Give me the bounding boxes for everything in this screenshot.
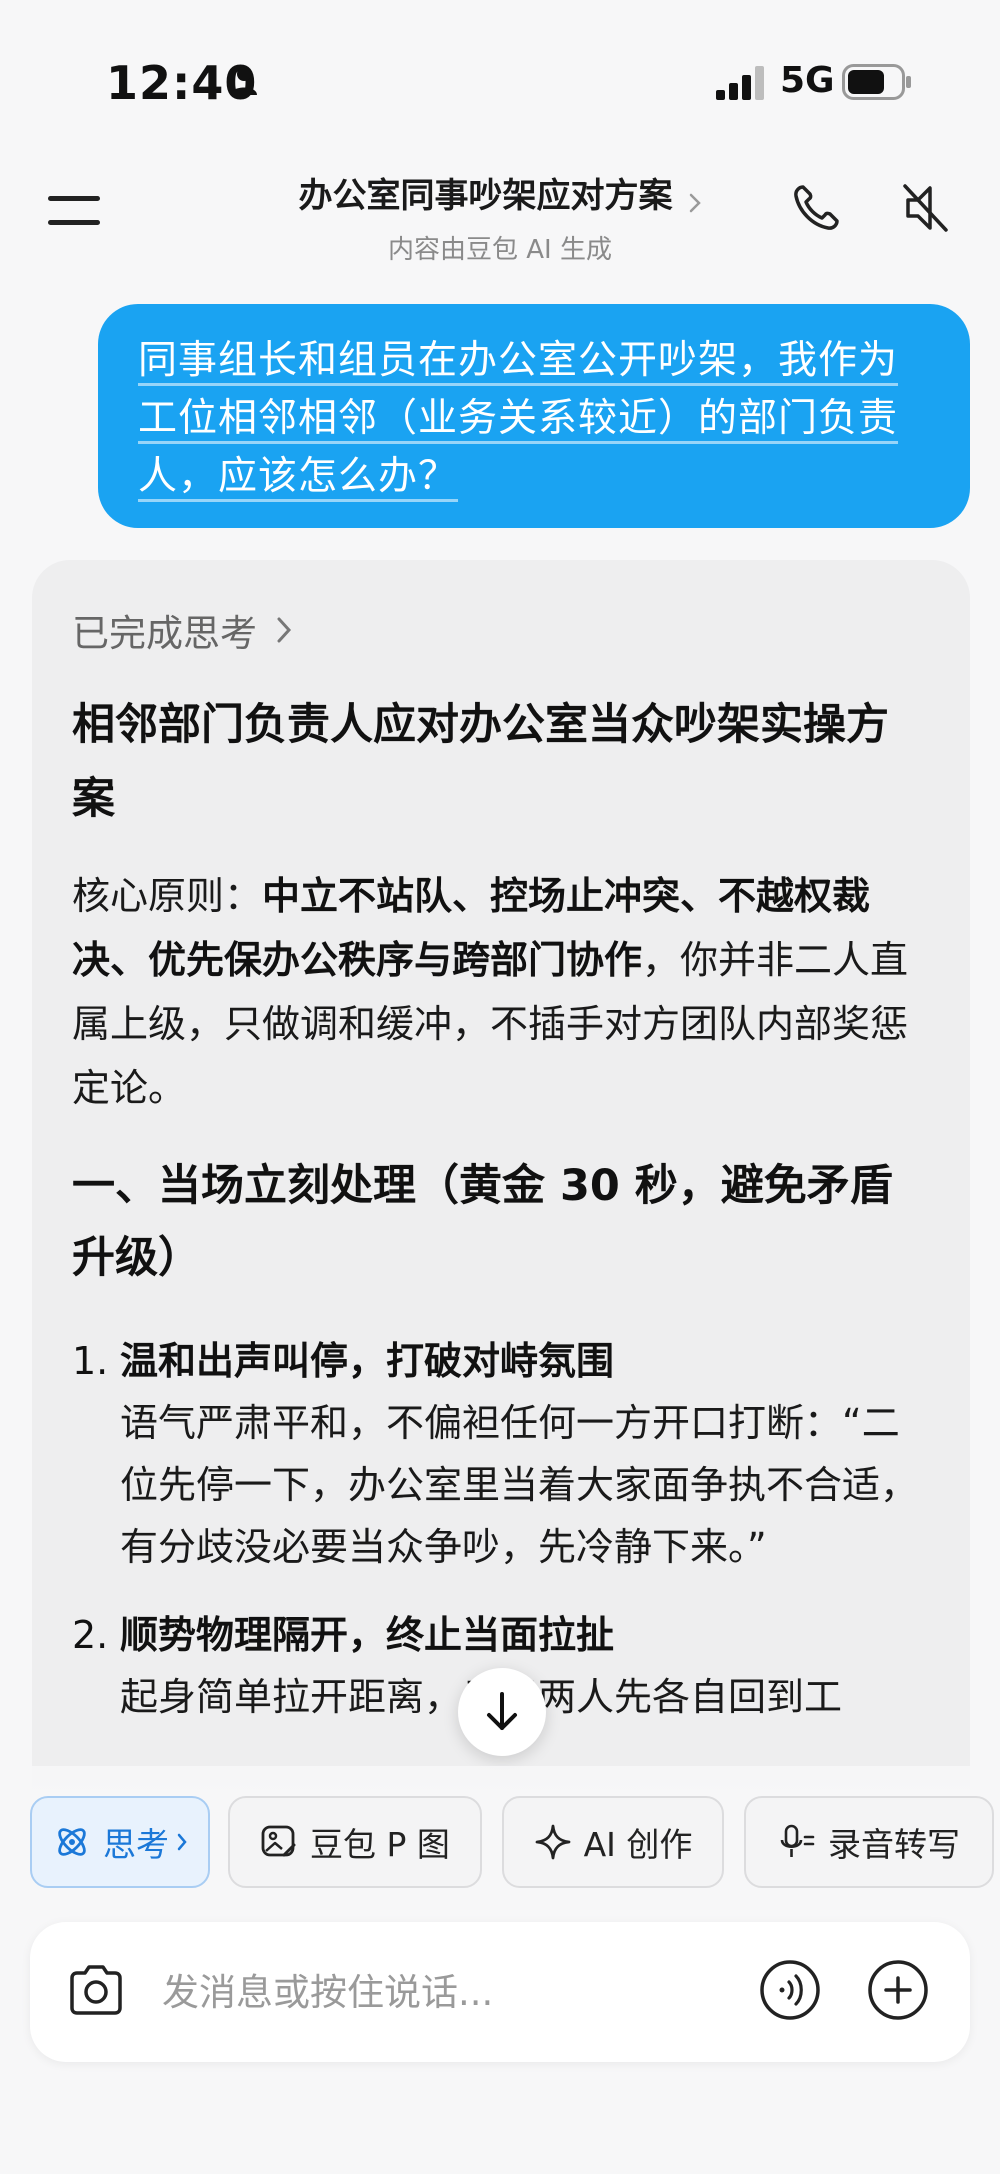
message-input-bar — [30, 1922, 970, 2062]
list-item-number: 1. — [72, 1339, 109, 1383]
arrow-down-icon — [487, 1692, 517, 1730]
phone-icon[interactable] — [790, 182, 842, 234]
thinking-complete-toggle[interactable]: 已完成思考 — [72, 600, 930, 660]
section-heading: 一、当场立刻处理（黄金 30 秒，避免矛盾升级） — [72, 1161, 893, 1283]
user-message-bubble[interactable]: 同事组长和组员在办公室公开吵架，我作为工位相邻相邻（业务关系较近）的部门负责人，… — [98, 304, 970, 528]
chip-label: 录音转写 — [828, 1825, 960, 1864]
answer-title: 相邻部门负责人应对办公室当众吵架实操方案 — [72, 700, 889, 824]
thinking-complete-label: 已完成思考 — [72, 612, 257, 655]
voice-wave-icon[interactable] — [758, 1958, 822, 2022]
menu-icon[interactable] — [48, 190, 100, 230]
chip-label: 豆包 P 图 — [310, 1825, 450, 1864]
chevron-right-icon — [689, 193, 701, 212]
atom-icon — [58, 1828, 86, 1856]
chevron-right-icon — [177, 1833, 187, 1851]
principle-prefix: 核心原则： — [72, 874, 263, 918]
recording-transcribe-chip[interactable]: 录音转写 — [744, 1796, 994, 1888]
sparkle-icon — [535, 1824, 570, 1860]
speaker-mute-icon[interactable] — [900, 180, 952, 236]
person-icon — [231, 67, 257, 95]
list-item-desc: 语气严肃平和，不偏袒任何一方开口打断：“二位先停一下，办公室里当着大家面争执不合… — [120, 1401, 919, 1569]
camera-icon[interactable] — [66, 1962, 126, 2018]
bottom-composer: 思考 豆包 P 图 AI 创作 录音转写 — [0, 1766, 1000, 2174]
list-item: 1. 温和出声叫停，打破对峙氛围 语气严肃平和，不偏袒任何一方开口打断：“二位先… — [72, 1330, 930, 1578]
network-label: 5G — [780, 60, 835, 101]
chat-header: 办公室同事吵架应对方案 内容由豆包 AI 生成 — [0, 160, 1000, 280]
image-edit-chip[interactable]: 豆包 P 图 — [228, 1796, 482, 1888]
conversation-title-button[interactable]: 办公室同事吵架应对方案 内容由豆包 AI 生成 — [200, 168, 800, 266]
core-principle: 核心原则：中立不站队、控场止冲突、不越权裁决、优先保办公秩序与跨部门协作，你并非… — [72, 864, 930, 1120]
list-item-number: 2. — [72, 1613, 109, 1657]
list-item-heading: 顺势物理隔开，终止当面拉扯 — [120, 1613, 615, 1657]
chevron-right-icon — [277, 617, 292, 643]
image-edit-icon — [261, 1825, 296, 1857]
user-message-text: 同事组长和组员在办公室公开吵架，我作为工位相邻相邻（业务关系较近）的部门负责人，… — [138, 338, 899, 499]
signal-icon — [716, 66, 764, 100]
list-item-heading: 温和出声叫停，打破对峙氛围 — [120, 1339, 615, 1383]
chip-label: AI 创作 — [583, 1825, 693, 1864]
ai-generated-note: 内容由豆包 AI 生成 — [388, 235, 612, 265]
scroll-to-bottom-button[interactable] — [458, 1668, 546, 1756]
microphone-icon — [780, 1824, 815, 1857]
battery-icon — [842, 64, 911, 100]
plus-icon[interactable] — [866, 1958, 930, 2022]
message-input[interactable] — [162, 1960, 722, 2024]
ai-create-chip[interactable]: AI 创作 — [502, 1796, 724, 1888]
conversation-title: 办公室同事吵架应对方案 — [298, 176, 673, 216]
status-bar: 12:40 5G — [0, 0, 1000, 165]
think-mode-chip[interactable]: 思考 — [30, 1796, 210, 1888]
chip-label: 思考 — [103, 1825, 169, 1864]
